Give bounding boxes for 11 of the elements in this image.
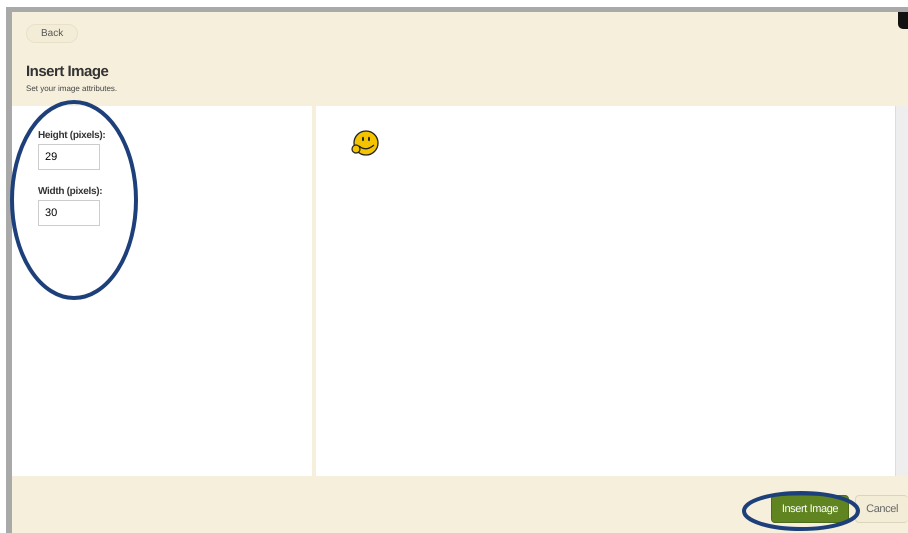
cancel-button[interactable]: Cancel xyxy=(855,494,908,522)
dialog-title: Insert Image xyxy=(26,63,108,80)
field-label: Height (pixels): xyxy=(38,130,106,141)
close-icon[interactable] xyxy=(898,12,908,29)
back-button[interactable]: Back xyxy=(26,24,78,43)
insert-button[interactable]: Insert Image xyxy=(770,494,850,522)
dialog-subtitle: Set your image attributes. xyxy=(26,84,118,93)
input-field[interactable]: 30 xyxy=(38,200,100,226)
scrollbar[interactable] xyxy=(895,106,908,476)
input-field[interactable]: 29 xyxy=(38,144,100,170)
field-label: Width (pixels): xyxy=(38,186,104,197)
